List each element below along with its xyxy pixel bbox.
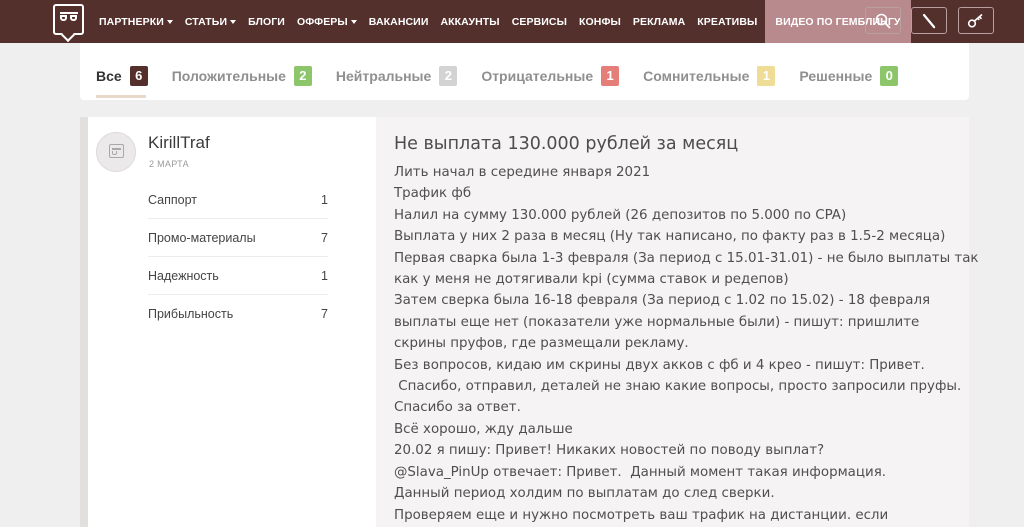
tab-filter[interactable]: Сомнительные 1 [643, 66, 776, 86]
rating-row: Саппорт 1 [148, 181, 328, 219]
tab-label: Положительные [171, 68, 286, 84]
search-button[interactable] [865, 7, 901, 34]
rating-value: 7 [321, 230, 328, 245]
nav-item[interactable]: АККАУНТЫ [434, 0, 505, 43]
site-logo-icon[interactable] [53, 4, 84, 35]
nav-item-label: СЕРВИСЫ [511, 15, 567, 28]
rating-row: Прибыльность 7 [148, 295, 328, 333]
nav-item-label: КРЕАТИВЫ [697, 15, 758, 28]
nav-item[interactable]: СЕРВИСЫ [506, 0, 573, 43]
rating-label: Саппорт [148, 192, 198, 207]
active-tab-indicator [96, 95, 146, 98]
nav-item-label: ВАКАНСИИ [368, 15, 429, 28]
review-body-line: 20.02 я пишу: Привет! Никаких новостей п… [394, 443, 825, 459]
nav-item-label: СТАТЬИ [184, 15, 228, 28]
rating-label: Промо-материалы [148, 230, 256, 245]
review-body-line: выплаты еще нет (показатели уже нормальн… [394, 314, 920, 330]
nav-item[interactable]: РЕКЛАМА [627, 0, 691, 43]
nav-item[interactable]: ПАРТНЕРКИ [93, 0, 179, 43]
login-button[interactable] [958, 7, 994, 34]
review-date: 2 МАРТА [149, 159, 189, 169]
rating-label: Надежность [148, 268, 219, 283]
key-icon [967, 13, 983, 28]
search-icon [875, 13, 891, 28]
review-body-line: Налил на сумму 130.000 рублей (26 депози… [394, 207, 847, 223]
review-body-line: Спасибо за ответ. [394, 400, 521, 416]
review-body-line: @Slava_PinUp отвечает: Привет. Данный мо… [394, 464, 887, 480]
review-body-line: Затем сверка была 16-18 февраля (За пери… [394, 293, 931, 309]
nav-item[interactable]: КОНФЫ [573, 0, 627, 43]
rating-row: Промо-материалы 7 [148, 219, 328, 257]
review-body-line: Первая сварка была 1-3 февраля (За перио… [394, 250, 979, 266]
review-body-line: Без вопросов, кидаю им скрины двух акков… [394, 357, 925, 373]
rating-value: 1 [321, 192, 328, 207]
review-filter-tabs: Все 6 Положительные 2 Нейтральные 2 Отрицатель… [96, 66, 922, 86]
tab-filter[interactable]: Все 6 [96, 66, 148, 86]
tab-label: Отрицательные [481, 68, 594, 84]
count-badge: 1 [757, 66, 776, 86]
tab-label: Сомнительные [643, 68, 750, 84]
tab-label: Все [96, 68, 122, 84]
caret-down-icon [350, 19, 357, 24]
tab-filter[interactable]: Положительные 2 [172, 66, 312, 86]
rating-value: 1 [321, 268, 328, 283]
tab-filter[interactable]: Решенные 0 [799, 66, 899, 86]
pen-icon [922, 13, 936, 28]
review-author-name[interactable]: KirillTraf [148, 133, 210, 153]
nav-item[interactable]: ОФФЕРЫ [291, 0, 363, 43]
rating-value: 7 [321, 307, 328, 321]
nav-item-label: РЕКЛАМА [632, 15, 686, 28]
count-badge: 1 [601, 66, 620, 86]
count-badge: 0 [880, 66, 899, 86]
review-body-line: Данный период холдим по выплатам до след… [394, 486, 775, 502]
count-badge: 6 [129, 66, 148, 86]
review-body: Лить начал в середине января 2021 Трафик … [394, 162, 979, 526]
review-body-line: Всё хорошо, жду дальше [394, 421, 573, 437]
nav-item-label: ОФФЕРЫ [296, 15, 348, 28]
review-body-line: Трафик фб [394, 186, 472, 202]
nav-item-label: АККАУНТЫ [440, 15, 500, 28]
nav-item-label: ПАРТНЕРКИ [99, 15, 164, 28]
main-menu: ПАРТНЕРКИ СТАТЬИ БЛОГИ ОФФЕРЫ ВАКАНСИИ АККАУН… [93, 0, 911, 43]
nav-item-label: КОНФЫ [578, 15, 621, 28]
caret-down-icon [166, 19, 173, 24]
review-body-line: Спасибо, отправил, деталей не знаю какие… [394, 379, 962, 395]
nav-item[interactable]: КРЕАТИВЫ [691, 0, 763, 43]
caret-down-icon [230, 19, 237, 24]
tab-filter[interactable]: Нейтральные 2 [335, 66, 458, 86]
review-body-line: Выплата у них 2 раза в месяц (Ну так нап… [394, 229, 946, 245]
review-ratings: Саппорт 1 Промо-материалы 7 Надежность 1 Прибы… [148, 181, 328, 333]
nav-item[interactable]: БЛОГИ [242, 0, 291, 43]
tab-label: Нейтральные [335, 68, 432, 84]
review-body-line: Лить начал в середине января 2021 [394, 165, 651, 180]
avatar[interactable] [96, 132, 136, 172]
rating-label: Прибыльность [148, 307, 234, 321]
default-avatar-icon [109, 144, 124, 158]
review-body-line: как у меня не дотягивали kpi (сумма став… [394, 272, 789, 288]
nav-item[interactable]: СТАТЬИ [179, 0, 242, 43]
review-title: Не выплата 130.000 рублей за месяц [394, 134, 739, 154]
nav-item-label: БЛОГИ [248, 15, 285, 28]
count-badge: 2 [439, 66, 458, 86]
tab-filter[interactable]: Отрицательные 1 [481, 66, 620, 86]
tab-label: Решенные [799, 68, 873, 84]
rating-row: Надежность 1 [148, 257, 328, 295]
review-card-edge [80, 117, 88, 527]
write-button[interactable] [911, 7, 947, 34]
count-badge: 2 [293, 66, 312, 86]
review-body-line: скрины пруфов, где размещали рекламу. [394, 336, 689, 352]
nav-item[interactable]: ВАКАНСИИ [363, 0, 435, 43]
review-body-line: Проверяем еще и нужно посмотреть ваш тра… [394, 507, 889, 523]
top-nav-bar: ПАРТНЕРКИ СТАТЬИ БЛОГИ ОФФЕРЫ ВАКАНСИИ АККАУН… [0, 0, 1024, 43]
